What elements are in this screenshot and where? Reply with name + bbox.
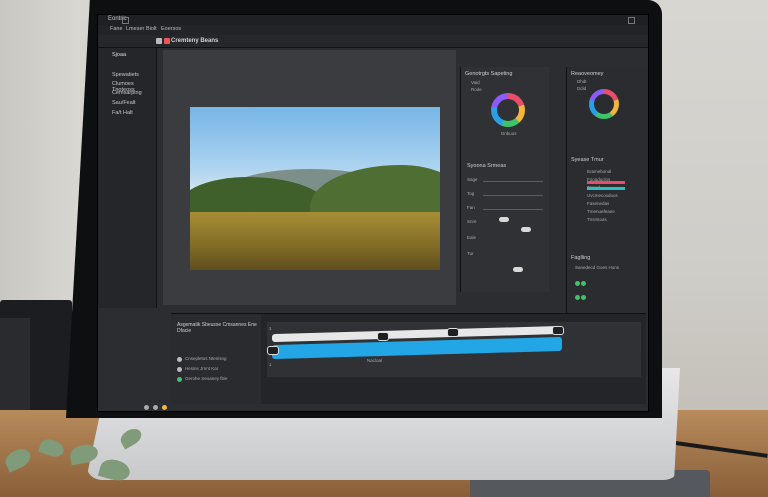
bottom-panel-title: Asgematik Sbeusse Cmsannes Ene Dfacie bbox=[177, 322, 257, 334]
row-label: Fan bbox=[467, 205, 475, 210]
title-bar: Eontric bbox=[98, 15, 648, 25]
menu-bar: Fane Lmeser Biolt Eoersos bbox=[98, 25, 648, 35]
slider[interactable] bbox=[483, 195, 543, 196]
bottom-panel: Asgematik Sbeusse Cmsannes Ene Dfacie Cn… bbox=[171, 313, 646, 404]
panel-title: Genotrgts Sapeting bbox=[465, 71, 513, 77]
dock-icon[interactable] bbox=[144, 405, 149, 410]
row-label: Tnsrstoas bbox=[587, 217, 607, 222]
row-label: Sage bbox=[467, 177, 478, 182]
timeline[interactable]: Nacloal 1 1 bbox=[267, 322, 641, 377]
status-dot bbox=[581, 281, 586, 286]
list-item[interactable]: Cnsepletos Ntenisng bbox=[185, 356, 227, 361]
ring-label: Dnbuus bbox=[501, 131, 517, 136]
row-label: Fasenedas bbox=[587, 201, 610, 206]
list-item[interactable]: Hesins Jrnnt Kar bbox=[185, 366, 218, 371]
status-dot bbox=[177, 367, 182, 372]
status-dot bbox=[575, 295, 580, 300]
curve-cyan[interactable] bbox=[587, 187, 625, 190]
scale-start: 1 bbox=[269, 326, 272, 331]
status-dot bbox=[581, 295, 586, 300]
list-item[interactable]: Gerohe Seoaney fbie bbox=[185, 376, 228, 381]
tool-red-icon[interactable] bbox=[164, 38, 170, 44]
color-wheel[interactable] bbox=[491, 93, 525, 127]
row-label: Uvcmecoxdoos bbox=[587, 193, 618, 198]
close-icon[interactable] bbox=[628, 17, 635, 24]
panel-title: Faglling bbox=[571, 255, 591, 261]
bottom-left-panel: Asgematik Sbeusse Cmsannes Ene Dfacie Cn… bbox=[171, 314, 261, 404]
document-title: Cremteny Beans bbox=[171, 38, 219, 44]
slider-knob[interactable] bbox=[499, 217, 509, 222]
toolbar: Cremteny Beans bbox=[98, 35, 648, 48]
row-label: Eale bbox=[467, 235, 477, 240]
timeline-label: Nacloal bbox=[367, 358, 383, 363]
menu-view[interactable]: Biolt bbox=[146, 26, 157, 32]
status-dot bbox=[177, 357, 182, 362]
row-label: Tmenuefeaee bbox=[587, 209, 615, 214]
left-panel-tab[interactable]: Sjoaa bbox=[112, 52, 126, 58]
slider-knob[interactable] bbox=[513, 267, 523, 272]
curve-red[interactable] bbox=[587, 181, 625, 184]
menu-file[interactable]: Fane bbox=[110, 26, 123, 32]
slider[interactable] bbox=[483, 209, 543, 210]
row-label: Tur bbox=[467, 251, 474, 256]
panel-title: Syease Tmur bbox=[571, 157, 604, 163]
left-item[interactable]: Fa/t Halt bbox=[112, 110, 133, 116]
option[interactable]: Ddid bbox=[577, 86, 586, 91]
timeline-knob[interactable] bbox=[447, 328, 459, 337]
slider[interactable] bbox=[483, 181, 543, 182]
option[interactable]: Dhdt bbox=[577, 79, 587, 84]
left-item[interactable]: Sau/Fealt bbox=[112, 100, 136, 106]
menu-help[interactable]: Eoersos bbox=[161, 26, 181, 32]
panel-title: Syoona Srmeas bbox=[467, 163, 507, 169]
timeline-knob[interactable] bbox=[377, 332, 389, 341]
dock-icon[interactable] bbox=[153, 405, 158, 410]
right-panel: Genotrgts Sapeting Vaid Rode Dnbuus Syoo… bbox=[460, 67, 549, 292]
left-item[interactable]: Spewatiets bbox=[112, 72, 139, 78]
status-dot bbox=[575, 281, 580, 286]
screen: Eontric Fane Lmeser Biolt Eoersos Cremte… bbox=[97, 14, 649, 412]
option[interactable]: Rode bbox=[471, 87, 482, 92]
color-wheel[interactable] bbox=[589, 89, 619, 119]
left-item[interactable]: Cemsarping bbox=[112, 90, 142, 96]
timeline-knob[interactable] bbox=[552, 326, 564, 335]
status-dot bbox=[177, 377, 182, 382]
panel-subtitle: Sanedecd Goes Hons bbox=[575, 265, 620, 270]
timeline-knob[interactable] bbox=[267, 346, 279, 355]
scale-end: 1 bbox=[269, 362, 272, 367]
row-label: Snre bbox=[467, 219, 477, 224]
window-control-icon[interactable] bbox=[122, 17, 129, 24]
row-label: Tog bbox=[467, 191, 475, 196]
left-panel: Sjoaa Spewatiets Clumoes Tnoteoss Cemsar… bbox=[98, 48, 157, 308]
dock-icon[interactable] bbox=[162, 405, 167, 410]
panel-title: Reaoveomey bbox=[571, 71, 604, 77]
tool-select-icon[interactable] bbox=[156, 38, 162, 44]
option[interactable]: Vaid bbox=[471, 80, 480, 85]
landscape-photo bbox=[190, 107, 440, 270]
slider-knob[interactable] bbox=[521, 227, 531, 232]
field bbox=[190, 212, 440, 270]
row-label: Eramebonal bbox=[587, 169, 612, 174]
menu-edit[interactable]: Lmeser bbox=[126, 26, 144, 32]
